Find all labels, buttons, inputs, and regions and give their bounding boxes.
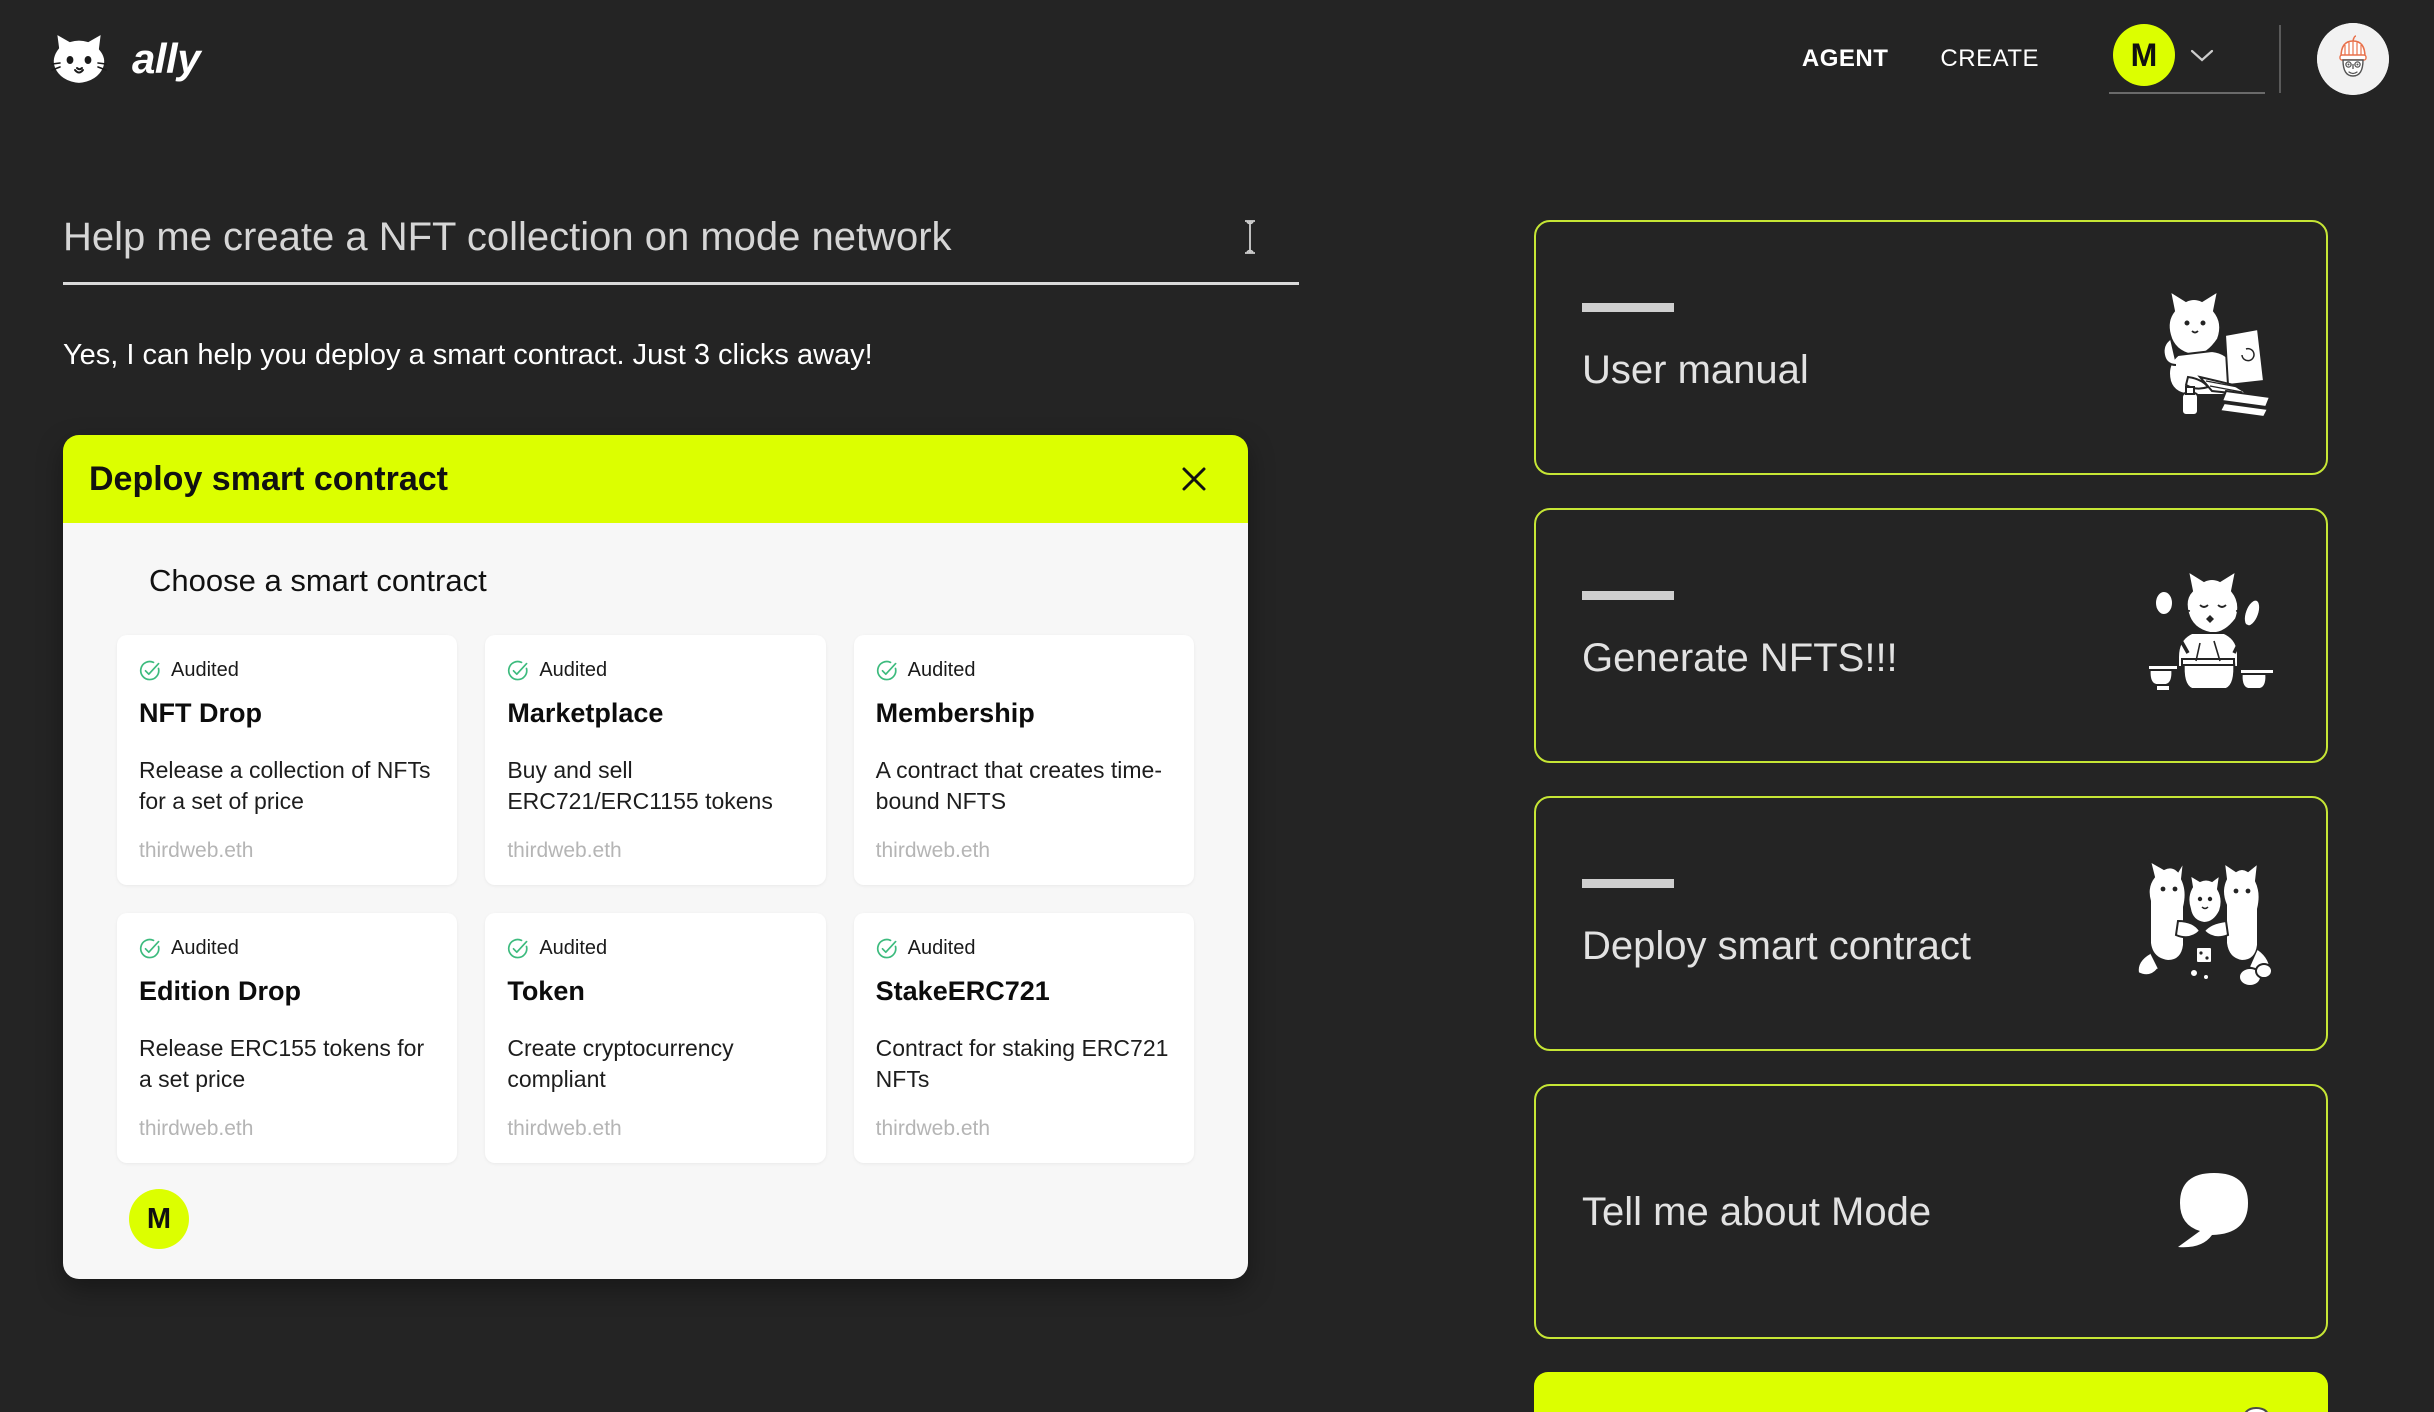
nav-agent[interactable]: AGENT xyxy=(1776,45,1915,73)
close-button[interactable] xyxy=(1174,459,1214,499)
check-circle-icon xyxy=(876,660,897,680)
contract-name: StakeERC721 xyxy=(875,976,1050,1007)
chevron-down-icon xyxy=(2190,49,2214,62)
nav-create[interactable]: CREATE xyxy=(1914,45,2065,73)
conversation-column: Yes, I can help you deploy a smart contr… xyxy=(63,215,1363,375)
audited-label: Audited xyxy=(171,659,239,681)
audited-badge: Audited xyxy=(876,937,1172,960)
suggestion-text: Tell me about Mode xyxy=(1582,1190,1931,1234)
suggestion-text: User manual xyxy=(1582,303,1809,392)
suggestion-label: Deploy smart contract xyxy=(1582,924,1972,968)
suggestion-card-user-manual[interactable]: User manual xyxy=(1534,220,2328,475)
cat-cooking-icon xyxy=(2147,568,2275,692)
prompt-input[interactable] xyxy=(63,215,1299,285)
contract-description: Contract for staking ERC721 NFTs xyxy=(875,1035,1169,1093)
speech-bubble-icon xyxy=(2178,1172,2248,1247)
contract-card[interactable]: Audited Edition Drop Release ERC155 toke… xyxy=(117,913,458,1164)
contract-grid: Audited NFT Drop Release a collection of… xyxy=(89,635,1222,1164)
question-mark-icon xyxy=(2244,1406,2268,1412)
contract-description: A contract that creates time-bound NFTS xyxy=(875,757,1162,815)
audited-label: Audited xyxy=(907,659,976,681)
cat-with-laptop-icon xyxy=(2162,288,2272,418)
contract-owner: thirdweb.eth xyxy=(507,1117,622,1141)
assistant-answer: Yes, I can help you deploy a smart contr… xyxy=(63,339,873,371)
contract-name: Membership xyxy=(875,698,1035,728)
account-initial-badge: M xyxy=(2113,24,2175,86)
app-header: ally AGENT CREATE M xyxy=(0,0,2434,118)
close-icon xyxy=(1182,467,1206,491)
suggestion-card-tell-me-about-mode[interactable]: Tell me about Mode xyxy=(1534,1084,2328,1339)
check-circle-icon xyxy=(139,938,160,958)
brand-name: ally xyxy=(132,35,201,82)
contract-card[interactable]: Audited NFT Drop Release a collection of… xyxy=(117,635,458,886)
contract-owner: thirdweb.eth xyxy=(875,1117,991,1141)
contract-card[interactable]: Audited Marketplace Buy and sell ERC721/… xyxy=(485,635,826,886)
user-avatar-icon xyxy=(2317,23,2389,95)
modal-subtitle: Choose a smart contract xyxy=(149,563,487,598)
contract-card[interactable]: Audited StakeERC721 Contract for staking… xyxy=(853,913,1194,1164)
suggestion-text: Generate NFTS!!! xyxy=(1582,591,1898,680)
contract-owner: thirdweb.eth xyxy=(139,1117,254,1141)
header-divider xyxy=(2279,25,2281,93)
next-prompt-button[interactable]: Next prompt xyxy=(1534,1372,2328,1412)
contract-card[interactable]: Audited Token Create cryptocurrency comp… xyxy=(485,913,826,1164)
suggestion-text: Deploy smart contract xyxy=(1582,879,1971,968)
contract-name: Marketplace xyxy=(507,698,664,728)
audited-badge: Audited xyxy=(876,659,1172,682)
contract-description: Buy and sell ERC721/ERC1155 tokens xyxy=(507,757,773,815)
account-switcher[interactable]: M xyxy=(2109,24,2265,94)
audited-badge: Audited xyxy=(139,937,435,960)
audited-label: Audited xyxy=(539,659,608,681)
contract-owner: thirdweb.eth xyxy=(875,839,991,863)
app-root: ally AGENT CREATE M Help me create a NFT… xyxy=(0,0,2434,1412)
modal-title: Deploy smart contract xyxy=(89,459,448,498)
suggestions-sidebar: User manual Generate NFTS!!! Deploy smar… xyxy=(1534,220,2328,1412)
cat-logo-icon xyxy=(51,31,107,86)
audited-badge: Audited xyxy=(507,659,803,682)
brand[interactable]: ally xyxy=(48,30,201,88)
suggestion-card-generate-nfts[interactable]: Generate NFTS!!! xyxy=(1534,508,2328,763)
suggestion-card-deploy-smart-contract[interactable]: Deploy smart contract xyxy=(1534,796,2328,1051)
check-circle-icon xyxy=(139,660,160,680)
audited-label: Audited xyxy=(907,937,976,960)
text-cursor-icon xyxy=(1245,220,1255,254)
contract-name: Token xyxy=(507,976,585,1007)
contract-description: Release a collection of NFTs for a set o… xyxy=(139,757,431,815)
suggestion-label: User manual xyxy=(1582,348,1809,392)
suggestion-label: Tell me about Mode xyxy=(1582,1189,1932,1234)
audited-label: Audited xyxy=(171,937,239,960)
audited-badge: Audited xyxy=(139,659,435,682)
modal-body: Choose a smart contract Audited NFT Drop… xyxy=(63,523,1248,1280)
contract-owner: thirdweb.eth xyxy=(507,839,622,863)
suggestion-label: Generate NFTS!!! xyxy=(1582,636,1898,680)
check-circle-icon xyxy=(508,938,528,958)
contract-name: NFT Drop xyxy=(139,698,262,728)
cats-playing-icon xyxy=(2136,858,2273,987)
accent-dash xyxy=(1582,879,1674,888)
audited-label: Audited xyxy=(539,937,608,960)
modal-footer: M xyxy=(89,1163,1222,1250)
avatar[interactable] xyxy=(2317,23,2389,95)
accent-dash xyxy=(1582,591,1674,600)
contract-card[interactable]: Audited Membership A contract that creat… xyxy=(853,635,1194,886)
contract-owner: thirdweb.eth xyxy=(139,839,254,863)
deploy-smart-contract-modal: Deploy smart contract Choose a smart con… xyxy=(63,435,1248,1280)
user-initial-badge: M xyxy=(129,1189,189,1250)
modal-header: Deploy smart contract xyxy=(63,435,1248,523)
header-right: AGENT CREATE M xyxy=(1776,23,2389,95)
contract-name: Edition Drop xyxy=(139,976,301,1007)
contract-description: Create cryptocurrency compliant xyxy=(507,1035,734,1093)
check-circle-icon xyxy=(876,938,897,958)
contract-description: Release ERC155 tokens for a set price xyxy=(139,1035,425,1093)
check-circle-icon xyxy=(508,660,528,680)
audited-badge: Audited xyxy=(507,937,803,960)
accent-dash xyxy=(1582,303,1674,312)
